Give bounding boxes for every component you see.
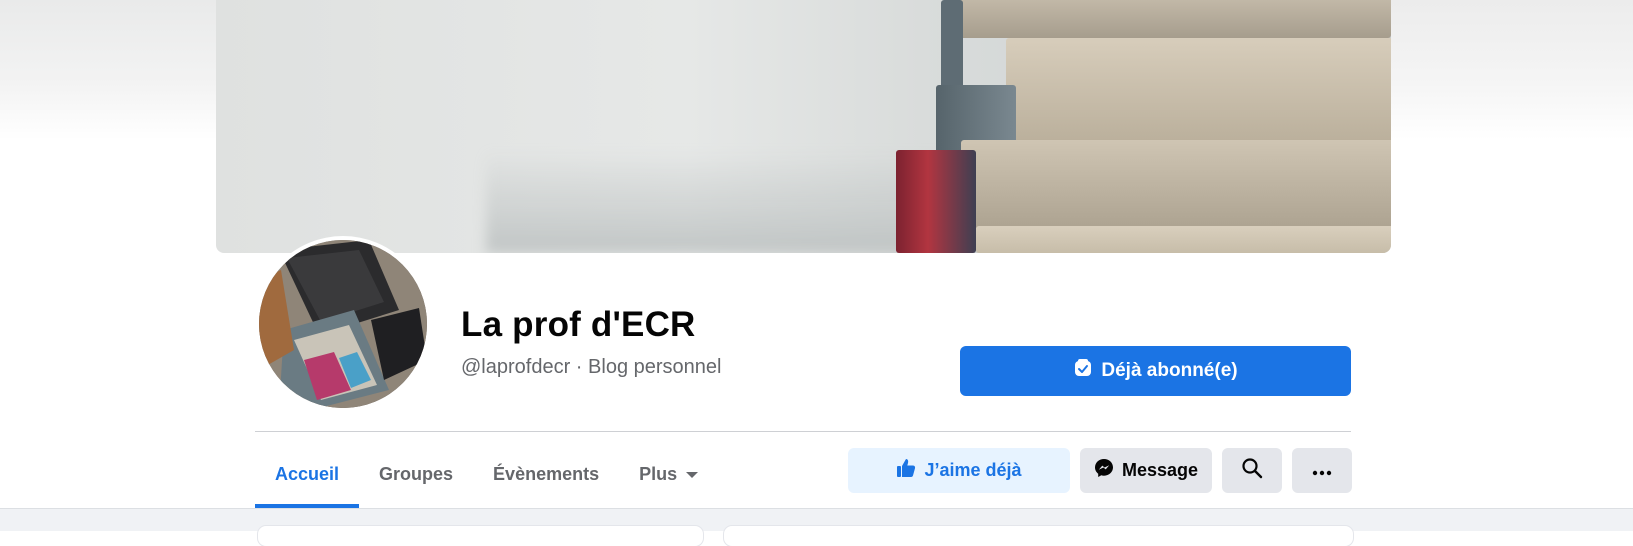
tab-label: Évènements bbox=[493, 463, 600, 484]
messenger-icon bbox=[1094, 458, 1114, 483]
page-category[interactable]: Blog personnel bbox=[588, 356, 721, 378]
meta-separator: · bbox=[570, 356, 589, 378]
tab-label: Groupes bbox=[379, 463, 454, 484]
cover-book bbox=[951, 0, 1391, 38]
avatar-image bbox=[259, 240, 427, 408]
header-divider bbox=[255, 431, 1351, 432]
search-icon bbox=[1241, 457, 1263, 484]
page-tabs: Accueil Groupes Évènements Plus bbox=[255, 440, 719, 508]
cover-book bbox=[1006, 38, 1391, 148]
more-options-button[interactable] bbox=[1292, 448, 1352, 493]
page-subtitle: @laprofdecr · Blog personnel bbox=[461, 356, 721, 379]
page-title: La prof d'ECR bbox=[461, 305, 696, 344]
intro-card bbox=[258, 526, 703, 546]
ellipsis-icon bbox=[1312, 460, 1332, 481]
tab-label: Accueil bbox=[275, 463, 340, 484]
feed-card bbox=[724, 526, 1353, 546]
following-icon bbox=[1073, 358, 1093, 384]
tab-evenements[interactable]: Évènements bbox=[473, 440, 619, 508]
following-button-label: Déjà abonné(e) bbox=[1101, 360, 1238, 381]
page-background-right bbox=[1390, 0, 1633, 140]
thumbs-up-icon bbox=[896, 458, 916, 483]
tab-accueil[interactable]: Accueil bbox=[255, 440, 360, 508]
cover-book bbox=[961, 140, 1391, 228]
cover-book bbox=[896, 150, 976, 253]
message-button[interactable]: Message bbox=[1080, 448, 1212, 493]
cover-photo[interactable] bbox=[216, 0, 1391, 253]
page-username: @laprofdecr bbox=[461, 356, 571, 378]
page-search-button[interactable] bbox=[1222, 448, 1282, 493]
following-button[interactable]: Déjà abonné(e) bbox=[960, 346, 1351, 396]
message-button-label: Message bbox=[1121, 460, 1199, 480]
liked-button-label: J’aime déjà bbox=[924, 460, 1022, 480]
tab-label: Plus bbox=[639, 463, 678, 484]
avatar[interactable] bbox=[259, 240, 427, 408]
tab-groupes[interactable]: Groupes bbox=[359, 440, 473, 508]
caret-down-icon bbox=[685, 464, 699, 485]
page-background-left bbox=[0, 0, 216, 140]
tab-plus[interactable]: Plus bbox=[619, 440, 719, 508]
cover-book bbox=[976, 226, 1391, 253]
liked-button[interactable]: J’aime déjà bbox=[848, 448, 1070, 493]
